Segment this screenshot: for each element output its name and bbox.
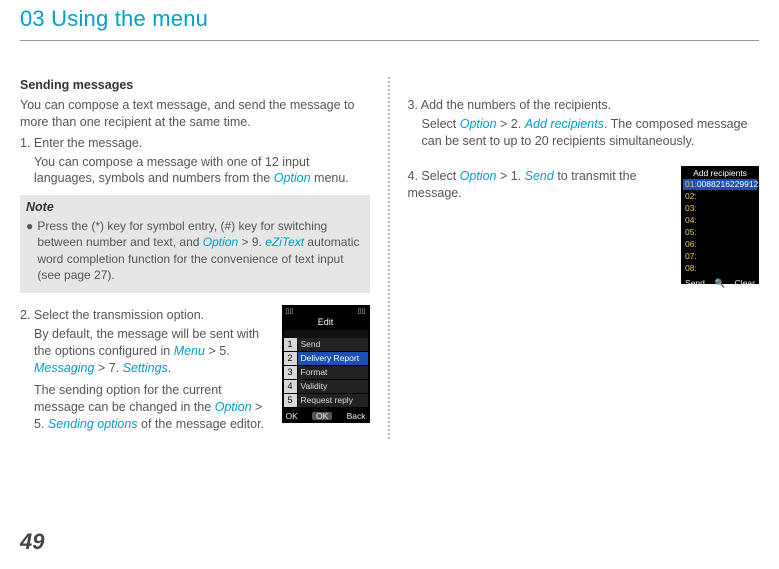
recipient-index: 04: bbox=[683, 215, 701, 226]
menu-ref-option: Option bbox=[460, 117, 497, 131]
menu-ref-messaging: Messaging bbox=[34, 361, 94, 375]
screen-title: Edit bbox=[284, 316, 368, 330]
left-column: Sending messages You can compose a text … bbox=[20, 77, 390, 439]
right-column: 3. Add the numbers of the recipients. Se… bbox=[390, 77, 760, 439]
recipient-number: 008821622991234 bbox=[697, 179, 768, 190]
bullet-icon: ● bbox=[26, 218, 34, 234]
menu-item: Validity bbox=[298, 380, 368, 393]
text-fragment: Select bbox=[421, 169, 459, 183]
softkey-right: Back bbox=[347, 412, 366, 421]
menu-index: 2 bbox=[284, 352, 297, 365]
menu-ref-option: Option bbox=[460, 169, 497, 183]
note-box: Note ● Press the (*) key for symbol entr… bbox=[20, 195, 370, 293]
softkey-left: Send bbox=[685, 279, 705, 288]
recipient-index: 01: bbox=[683, 179, 697, 190]
text-fragment: > 9. bbox=[238, 235, 265, 249]
chapter-title: 03 Using the menu bbox=[20, 0, 759, 40]
step-4: 4. Select Option > 1. Send to transmit t… bbox=[408, 168, 674, 202]
softkey-center: OK bbox=[312, 412, 332, 421]
step-2: 2. Select the transmission option. bbox=[20, 307, 274, 324]
step-text: Add the numbers of the recipients. bbox=[421, 98, 611, 112]
two-column-layout: Sending messages You can compose a text … bbox=[20, 77, 759, 439]
text-fragment: > 2. bbox=[497, 117, 525, 131]
menu-ref-menu: Menu bbox=[174, 344, 205, 358]
menu-ref-sending-options: Sending options bbox=[48, 417, 138, 431]
menu-ref-ezitext: eZiText bbox=[265, 235, 304, 249]
text-fragment: . bbox=[168, 361, 171, 375]
step-1-body: You can compose a message with one of 12… bbox=[34, 154, 370, 188]
section-heading: Sending messages bbox=[20, 77, 370, 94]
step-2-body-2: The sending option for the current messa… bbox=[34, 382, 274, 433]
step-2-body-1: By default, the message will be sent wit… bbox=[34, 326, 274, 377]
search-icon: 🔍 bbox=[714, 279, 725, 288]
note-body: ● Press the (*) key for symbol entry, (#… bbox=[20, 216, 370, 293]
softkey-left: OK bbox=[286, 412, 298, 421]
menu-index: 4 bbox=[284, 380, 297, 393]
text-fragment: > 7. bbox=[94, 361, 122, 375]
menu-ref-option: Option bbox=[215, 400, 252, 414]
menu-ref-option: Option bbox=[274, 171, 311, 185]
text-fragment: > 1. bbox=[496, 169, 524, 183]
step-3: 3. Add the numbers of the recipients. bbox=[408, 97, 760, 114]
text-fragment: The sending option for the current messa… bbox=[34, 383, 222, 414]
menu-ref-send: Send bbox=[525, 169, 554, 183]
softkey-right: Clear bbox=[735, 279, 755, 288]
menu-item: Request reply bbox=[298, 394, 368, 407]
intro-paragraph: You can compose a text message, and send… bbox=[20, 97, 370, 131]
menu-ref-option: Option bbox=[203, 235, 238, 249]
recipient-index: 03: bbox=[683, 203, 701, 214]
text-fragment: of the message editor. bbox=[138, 417, 264, 431]
screenshot-edit-menu: ▯▯ ▯▯ Edit 1Send 2Delivery Report 3Format… bbox=[282, 305, 370, 423]
step-number: 1. bbox=[20, 136, 30, 150]
menu-ref-settings: Settings bbox=[123, 361, 168, 375]
step-3-body: Select Option > 2. Add recipients. The c… bbox=[422, 116, 760, 150]
horizontal-rule bbox=[20, 40, 759, 41]
menu-item: Format bbox=[298, 366, 368, 379]
screen-title: Add recipients bbox=[683, 168, 757, 180]
text-fragment: You can compose a message with one of 12… bbox=[34, 155, 309, 186]
step-1: 1. Enter the message. bbox=[20, 135, 370, 152]
menu-index: 3 bbox=[284, 366, 297, 379]
menu-index: 5 bbox=[284, 394, 297, 407]
recipient-index: 05: bbox=[683, 227, 701, 238]
step-2-group: 2. Select the transmission option. By de… bbox=[20, 305, 370, 439]
step-number: 4. bbox=[408, 169, 418, 183]
step-4-group: 4. Select Option > 1. Send to transmit t… bbox=[408, 166, 760, 284]
recipient-index: 02: bbox=[683, 191, 701, 202]
text-fragment: Select bbox=[422, 117, 460, 131]
menu-item-selected: Delivery Report bbox=[298, 352, 368, 365]
menu-item: Send bbox=[298, 338, 368, 351]
step-text: Enter the message. bbox=[34, 136, 142, 150]
recipient-index: 08: bbox=[683, 263, 701, 274]
page-number: 49 bbox=[20, 529, 44, 555]
menu-ref-add-recipients: Add recipients bbox=[525, 117, 604, 131]
step-number: 3. bbox=[408, 98, 418, 112]
note-label: Note bbox=[20, 195, 370, 216]
status-indicator: ▯▯ bbox=[358, 308, 366, 315]
step-text: Select the transmission option. bbox=[34, 308, 204, 322]
text-fragment: menu. bbox=[311, 171, 349, 185]
recipient-index: 07: bbox=[683, 251, 701, 262]
menu-index: 1 bbox=[284, 338, 297, 351]
recipient-index: 06: bbox=[683, 239, 701, 250]
text-fragment: > 5. bbox=[205, 344, 230, 358]
note-text: Press the (*) key for symbol entry, (#) … bbox=[37, 218, 361, 283]
step-number: 2. bbox=[20, 308, 30, 322]
screenshot-add-recipients: Add recipients 01:008821622991234 02: 03… bbox=[681, 166, 759, 284]
status-indicator: ▯▯ bbox=[286, 308, 294, 315]
